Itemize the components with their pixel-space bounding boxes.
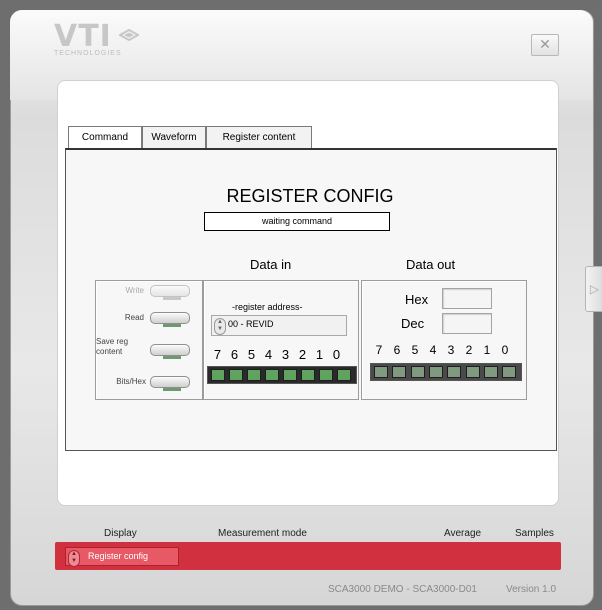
bit-led [337,369,351,381]
write-switch-label: Write [125,286,144,295]
display-selector[interactable]: ▲ ▼ Register config [65,547,179,567]
read-switch-label: Read [124,313,144,322]
bit-number: 3 [447,343,455,357]
app-version-label: SCA3000 DEMO - SCA3000-D01 [328,584,477,595]
dec-value-field [442,313,492,334]
bit-led [247,369,261,381]
bit-led [447,366,462,378]
register-address-selector[interactable]: ▲ ▼ 00 - REVID [211,315,347,336]
data-in-label: Data in [250,257,292,272]
bit-number: 4 [429,343,437,357]
spinner-icon[interactable]: ▲ ▼ [214,318,226,335]
spinner-icon[interactable]: ▲ ▼ [68,550,80,567]
data-in-bit-numbers: 76543210 [209,347,345,362]
bit-number: 7 [375,343,383,357]
bit-number: 3 [281,347,290,362]
bit-number: 4 [264,347,273,362]
save-reg-content-switch[interactable] [150,344,190,359]
samples-header: Samples [515,528,554,539]
bit-number: 7 [213,347,222,362]
bit-number: 1 [483,343,491,357]
tab-label: Waveform [151,132,197,143]
display-header: Display [104,528,137,539]
close-icon: ✕ [539,36,551,52]
bit-number: 1 [315,347,324,362]
bit-number: 0 [501,343,509,357]
bit-led [301,369,315,381]
side-expand-button[interactable]: ▷ [585,266,602,312]
bit-led [211,369,225,381]
bit-led [283,369,297,381]
bit-number: 2 [465,343,473,357]
bit-number: 0 [332,347,341,362]
bit-number: 6 [230,347,239,362]
tab-label: Register content [222,132,296,143]
version-label: Version 1.0 [506,584,557,595]
bit-number: 5 [411,343,419,357]
bit-led [465,366,480,378]
bit-number: 6 [393,343,401,357]
vti-logo: VTI TECHNOLOGIES [54,19,141,57]
bits-hex-switch-label: Bits/Hex [116,377,146,386]
data-out-label: Data out [406,257,456,272]
bit-led [392,366,407,378]
page-title: REGISTER CONFIG [226,186,394,206]
logo-wing-icon [118,28,141,46]
write-switch[interactable] [150,285,190,300]
bit-number: 2 [298,347,307,362]
bit-led [428,366,443,378]
bit-led [229,369,243,381]
close-button[interactable]: ✕ [531,34,559,56]
data-in-bit-leds [207,366,357,384]
bit-led [374,366,388,378]
status-indicator: waiting command [204,212,390,231]
register-address-value: 00 - REVID [228,319,274,329]
measurement-mode-header: Measurement mode [218,528,307,539]
hex-value-field [442,288,492,309]
dec-label: Dec [401,316,425,331]
tab-register-content[interactable]: Register content [206,126,312,148]
tab-command[interactable]: Command [68,126,142,149]
display-value: Register config [88,551,149,561]
read-switch[interactable] [150,312,190,327]
control-bar: ▲ ▼ Register config [55,542,561,570]
tab-label: Command [81,132,129,143]
save-reg-switch-label: Save reg content [96,337,129,356]
bit-led [319,369,333,381]
register-address-label: -register address- [232,302,303,312]
bit-led [502,366,517,378]
chevron-right-icon: ▷ [589,282,600,296]
data-out-bit-numbers: 76543210 [370,343,514,357]
tab-waveform[interactable]: Waveform [142,126,206,148]
logo-subtitle: TECHNOLOGIES [54,50,122,57]
bit-led [483,366,498,378]
average-header: Average [444,528,482,539]
bits-hex-switch[interactable] [150,376,190,391]
bit-number: 5 [247,347,256,362]
logo-text: VTI [54,19,112,54]
bit-led [410,366,425,378]
bit-led [265,369,279,381]
data-out-bit-leds [370,363,522,381]
hex-label: Hex [405,292,429,307]
